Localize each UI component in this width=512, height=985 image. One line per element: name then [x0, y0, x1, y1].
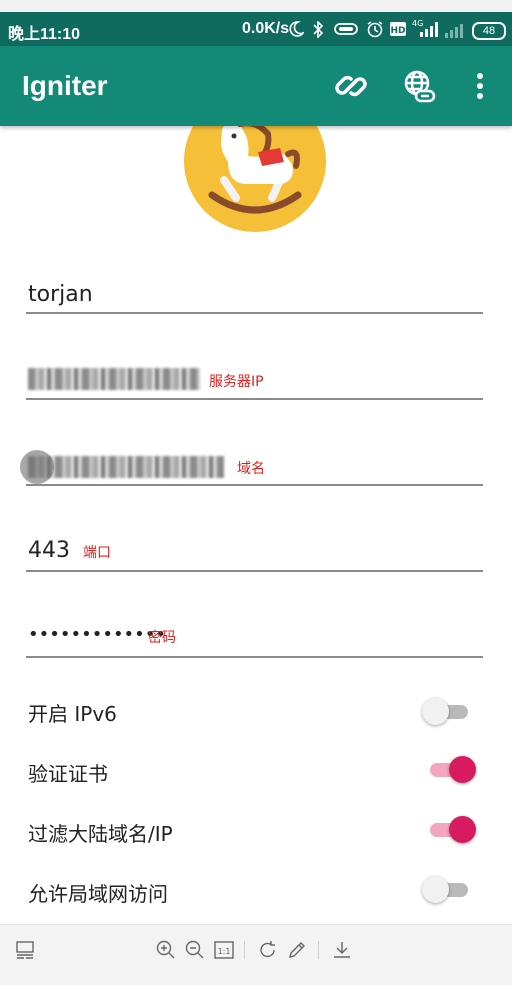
globe-link-icon[interactable]	[401, 68, 437, 104]
network-speed: 0.0K/s	[242, 20, 290, 37]
app-title: Igniter	[22, 70, 108, 101]
svg-text:1:1: 1:1	[218, 947, 231, 956]
rocking-horse-logo	[184, 126, 326, 232]
domain-underline	[26, 484, 483, 486]
toggle-filter-cn-label: 过滤大陆域名/IP	[28, 822, 173, 846]
toolbar-divider	[244, 941, 245, 959]
toggle-verify-cert-switch[interactable]	[422, 754, 478, 784]
battery-icon: 48	[472, 22, 506, 40]
username-field[interactable]: torjan	[28, 282, 93, 307]
rotate-icon[interactable]	[257, 939, 279, 961]
signal-icon	[445, 24, 463, 38]
password-underline	[26, 656, 483, 658]
port-field[interactable]: 443	[28, 538, 70, 563]
toggle-ipv6-switch[interactable]	[422, 696, 478, 726]
download-icon[interactable]	[331, 939, 353, 961]
floating-drag-handle[interactable]	[20, 450, 54, 484]
server-ip-value-redacted[interactable]	[28, 368, 200, 390]
toggle-verify-cert-label: 验证证书	[28, 762, 108, 786]
password-field[interactable]: •••••••••••••	[28, 624, 166, 645]
svg-text:HD: HD	[390, 26, 405, 36]
layout-icon[interactable]	[14, 939, 36, 961]
domain-hint: 域名	[237, 461, 265, 477]
username-underline	[26, 312, 483, 314]
toggle-lan-access-switch[interactable]	[422, 874, 478, 904]
server-ip-underline	[26, 398, 483, 400]
port-hint: 端口	[83, 545, 111, 561]
bottom-toolbar: 1:1	[0, 924, 512, 985]
window-top-strip	[0, 0, 512, 12]
status-bar: 晚上11:10 0.0K/s HD 4G 48	[0, 12, 512, 46]
toggle-lan-access-label: 允许局域网访问	[28, 882, 168, 906]
signal-4g-icon: 4G	[412, 19, 438, 37]
zoom-in-icon[interactable]	[155, 939, 177, 961]
zoom-out-icon[interactable]	[184, 939, 206, 961]
hd-icon: HD	[390, 22, 406, 36]
server-ip-hint: 服务器IP	[209, 374, 264, 390]
domain-value-redacted[interactable]	[28, 456, 224, 478]
actual-size-icon[interactable]: 1:1	[213, 939, 235, 961]
app-bar: Igniter	[0, 46, 512, 126]
password-hint: 密码	[148, 630, 176, 646]
bluetooth-icon	[313, 21, 324, 38]
vpn-key-icon	[334, 23, 358, 35]
toggle-filter-cn-switch[interactable]	[422, 814, 478, 844]
alarm-icon	[367, 21, 383, 38]
toolbar-divider-2	[318, 941, 319, 959]
more-vert-icon[interactable]	[462, 68, 498, 104]
svg-text:4G: 4G	[412, 19, 423, 28]
toggle-ipv6-label: 开启 IPv6	[28, 702, 117, 726]
link-icon[interactable]	[333, 68, 369, 104]
edit-icon[interactable]	[286, 939, 308, 961]
settings-content[interactable]: torjan 服务器IP 域名 443 端口 ••••••••••••• 密码 …	[0, 126, 512, 924]
moon-icon	[289, 21, 304, 37]
port-underline	[26, 570, 483, 572]
status-time: 晚上11:10	[8, 26, 81, 43]
